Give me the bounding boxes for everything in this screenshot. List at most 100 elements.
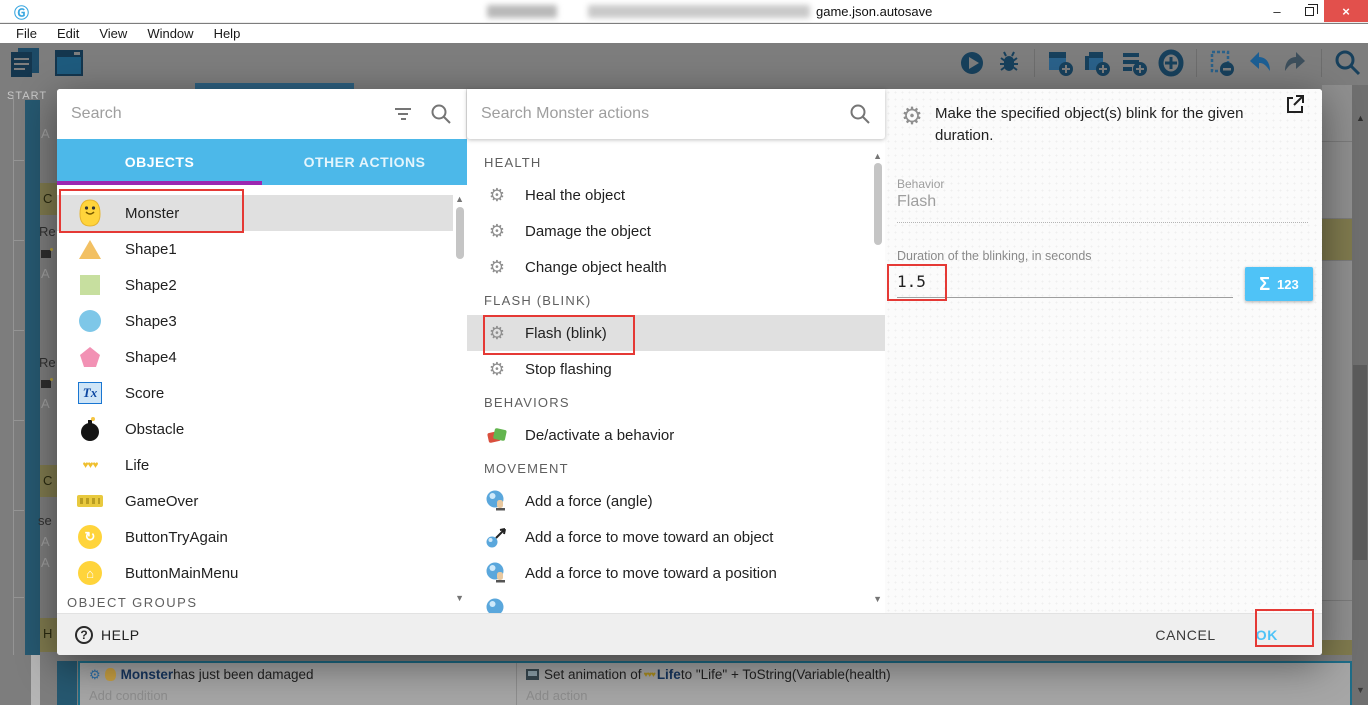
force-sphere-icon bbox=[485, 561, 509, 585]
object-item-shape2[interactable]: Shape2 bbox=[57, 267, 453, 303]
search-icon bbox=[850, 104, 870, 124]
hearts-icon: ♥♥♥ bbox=[82, 459, 99, 471]
expression-editor-button[interactable]: Σ 123 bbox=[1245, 267, 1313, 301]
minimize-button[interactable]: – bbox=[1262, 0, 1292, 22]
action-item-partial[interactable] bbox=[467, 591, 885, 613]
action-item-force-toward-position[interactable]: Add a force to move toward a position bbox=[467, 555, 885, 591]
object-label: Life bbox=[125, 456, 150, 474]
action-item-add-force-angle[interactable]: Add a force (angle) bbox=[467, 483, 885, 519]
bg-fragment: A bbox=[41, 396, 50, 411]
scroll-down-icon[interactable]: ▼ bbox=[455, 593, 464, 603]
object-item-shape4[interactable]: Shape4 bbox=[57, 339, 453, 375]
action-label: Stop flashing bbox=[525, 360, 612, 378]
scroll-down-icon[interactable]: ▼ bbox=[873, 594, 882, 604]
object-item-obstacle[interactable]: Obstacle bbox=[57, 411, 453, 447]
object-item-gameover[interactable]: GameOver bbox=[57, 483, 453, 519]
monster-object-icon bbox=[104, 668, 116, 681]
pentagon-icon bbox=[77, 342, 103, 372]
filter-icon[interactable] bbox=[394, 108, 412, 120]
action-editor-dialog: OBJECTS OTHER ACTIONS Monster Shape1 bbox=[57, 89, 1322, 655]
redo-icon[interactable] bbox=[1281, 48, 1311, 78]
duration-input[interactable] bbox=[897, 266, 1233, 298]
restore-button[interactable] bbox=[1294, 0, 1324, 22]
menu-view[interactable]: View bbox=[89, 26, 137, 41]
life-object-icon: ♥♥♥ bbox=[643, 670, 656, 679]
object-item-buttonmainmenu[interactable]: ⌂ ButtonMainMenu bbox=[57, 555, 453, 591]
object-groups-header: OBJECT GROUPS bbox=[67, 594, 198, 610]
scroll-down-icon[interactable]: ▼ bbox=[1356, 685, 1365, 695]
menu-edit[interactable]: Edit bbox=[47, 26, 89, 41]
object-label: Shape2 bbox=[125, 276, 177, 294]
scroll-up-icon[interactable]: ▲ bbox=[873, 151, 882, 161]
add-comment-icon[interactable] bbox=[1119, 48, 1149, 78]
condition-text: has just been damaged bbox=[173, 667, 314, 682]
help-label: HELP bbox=[101, 626, 140, 643]
objects-search-input[interactable] bbox=[71, 105, 394, 123]
scroll-up-icon[interactable]: ▲ bbox=[455, 194, 464, 204]
menu-window[interactable]: Window bbox=[137, 26, 203, 41]
tab-other-actions[interactable]: OTHER ACTIONS bbox=[262, 139, 467, 185]
object-item-shape3[interactable]: Shape3 bbox=[57, 303, 453, 339]
undo-icon[interactable] bbox=[1244, 48, 1274, 78]
text-object-icon: Tx bbox=[77, 378, 103, 408]
sigma-icon: Σ bbox=[1259, 273, 1271, 294]
action-parameters-panel: ⚙ Make the specified object(s) blink for… bbox=[885, 89, 1322, 613]
action-item-deactivate-behavior[interactable]: De/activate a behavior bbox=[467, 417, 885, 453]
action-label: Add a force (angle) bbox=[525, 492, 653, 510]
event-indent-bar bbox=[25, 100, 40, 655]
menu-help[interactable]: Help bbox=[204, 26, 251, 41]
object-item-monster[interactable]: Monster bbox=[57, 195, 453, 231]
object-item-score[interactable]: Tx Score bbox=[57, 375, 453, 411]
help-button[interactable]: ? HELP bbox=[75, 625, 140, 644]
blurred-title-segment bbox=[588, 5, 810, 18]
object-label: Shape1 bbox=[125, 240, 177, 258]
debug-icon[interactable] bbox=[994, 48, 1024, 78]
event-tree-tick bbox=[13, 330, 24, 331]
cancel-button[interactable]: CANCEL bbox=[1155, 627, 1215, 643]
behavior-field-label: Behavior bbox=[897, 177, 945, 191]
tab-objects[interactable]: OBJECTS bbox=[57, 139, 262, 185]
add-event-icon[interactable] bbox=[1045, 48, 1075, 78]
events-gutter bbox=[31, 655, 40, 705]
scroll-up-icon[interactable]: ▲ bbox=[1356, 113, 1365, 123]
action-item-change-health[interactable]: ⚙ Change object health bbox=[467, 249, 885, 285]
action-label: De/activate a behavior bbox=[525, 426, 675, 444]
object-item-buttontryagain[interactable]: ↻ ButtonTryAgain bbox=[57, 519, 453, 555]
play-icon[interactable] bbox=[957, 48, 987, 78]
remove-event-icon[interactable] bbox=[1207, 48, 1237, 78]
action-item-heal[interactable]: ⚙ Heal the object bbox=[467, 177, 885, 213]
action-item-damage[interactable]: ⚙ Damage the object bbox=[467, 213, 885, 249]
actions-list: HEALTH ⚙ Heal the object ⚙ Damage the ob… bbox=[467, 139, 885, 613]
object-item-shape1[interactable]: Shape1 bbox=[57, 231, 453, 267]
action-item-stop-flashing[interactable]: ⚙ Stop flashing bbox=[467, 351, 885, 387]
bg-fragment: A bbox=[41, 555, 50, 570]
section-header-behaviors: BEHAVIORS bbox=[484, 394, 570, 410]
project-events-icon[interactable] bbox=[8, 46, 42, 80]
restore-icon bbox=[1304, 3, 1318, 16]
add-circle-icon[interactable] bbox=[1156, 48, 1186, 78]
ok-button[interactable]: OK bbox=[1256, 627, 1278, 643]
action-item-flash-blink[interactable]: ⚙ Flash (blink) bbox=[467, 315, 885, 351]
add-action-button: Add action bbox=[526, 687, 588, 703]
object-item-life[interactable]: ♥♥♥ Life bbox=[57, 447, 453, 483]
duration-field-label: Duration of the blinking, in seconds bbox=[897, 249, 1092, 263]
events-vertical-scrollbar[interactable]: ▼ bbox=[1352, 655, 1368, 705]
scene-window-icon[interactable] bbox=[52, 46, 86, 80]
scrollbar-thumb[interactable] bbox=[874, 163, 882, 245]
events-vertical-scrollbar[interactable]: ▲ bbox=[1352, 85, 1368, 655]
object-label: Shape4 bbox=[125, 348, 177, 366]
search-icon[interactable] bbox=[1332, 48, 1362, 78]
add-subevent-icon[interactable] bbox=[1082, 48, 1112, 78]
toolbar-separator bbox=[1321, 49, 1322, 77]
menu-file[interactable]: File bbox=[6, 26, 47, 41]
behavior-gear-icon: ⚙ bbox=[89, 666, 101, 682]
close-button[interactable]: × bbox=[1324, 0, 1368, 22]
open-help-external-icon[interactable] bbox=[1284, 93, 1306, 115]
actions-panel: HEALTH ⚙ Heal the object ⚙ Damage the ob… bbox=[467, 89, 885, 613]
scrollbar-thumb[interactable] bbox=[1353, 365, 1367, 560]
action-item-force-toward-object[interactable]: Add a force to move toward an object bbox=[467, 519, 885, 555]
add-condition-button: Add condition bbox=[89, 687, 168, 703]
scrollbar-thumb[interactable] bbox=[456, 207, 464, 259]
actions-search-input[interactable] bbox=[481, 105, 849, 123]
events-sheet-bottom: ⚙ Monster has just been damaged Add cond… bbox=[0, 655, 1368, 705]
